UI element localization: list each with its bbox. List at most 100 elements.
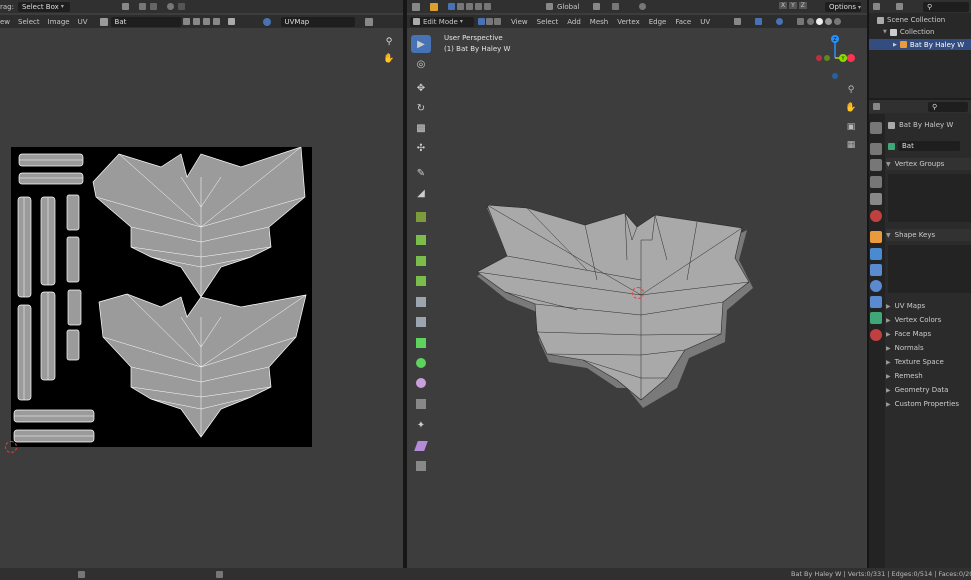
material-tab-icon[interactable]: [870, 329, 882, 341]
mesh-name-field[interactable]: Bat: [898, 141, 960, 151]
mirror-y[interactable]: Y: [789, 2, 797, 9]
orientation-label[interactable]: Global: [557, 3, 579, 11]
inset-tool[interactable]: [411, 252, 431, 270]
bat-mesh[interactable]: [477, 200, 757, 425]
pan-view-icon[interactable]: ✋: [844, 101, 858, 115]
uv-layout-canvas[interactable]: [11, 146, 312, 447]
panel-shape-keys[interactable]: ▼ Shape Keys: [886, 229, 971, 241]
transform-tool[interactable]: ✣: [411, 139, 431, 157]
physics-tab-icon[interactable]: [870, 280, 882, 292]
pivot-point-icon[interactable]: [593, 3, 601, 10]
smooth-tool[interactable]: [411, 374, 431, 392]
new-image-icon[interactable]: [192, 18, 200, 25]
menu-add[interactable]: Add: [567, 18, 581, 26]
select-intersect-icon[interactable]: [484, 3, 491, 10]
menu-uv[interactable]: UV: [700, 18, 710, 26]
bevel-tool[interactable]: [411, 272, 431, 290]
select-invert-icon[interactable]: [475, 3, 482, 10]
mirror-x[interactable]: X: [779, 2, 788, 9]
constraints-tab-icon[interactable]: [870, 296, 882, 308]
uv-menu-uv[interactable]: UV: [78, 18, 88, 26]
view-layer-tab-icon[interactable]: [870, 176, 882, 188]
image-name-field[interactable]: Bat: [110, 16, 181, 27]
output-tab-icon[interactable]: [870, 159, 882, 171]
select-subtract-icon[interactable]: [466, 3, 473, 10]
fake-user-icon[interactable]: [182, 18, 190, 25]
select-mode-dropdown[interactable]: Select Box: [17, 1, 70, 12]
unlink-icon[interactable]: [212, 18, 220, 25]
world-tab-icon[interactable]: [870, 210, 882, 222]
data-tab-icon[interactable]: [870, 312, 882, 324]
vertex-groups-list[interactable]: [888, 174, 971, 222]
visibility-icon[interactable]: [734, 18, 742, 25]
modifier-tab-icon[interactable]: [870, 248, 882, 260]
scene-tab-icon[interactable]: [870, 193, 882, 205]
mode-dropdown[interactable]: Edit Mode: [410, 16, 474, 27]
zoom-view-icon[interactable]: ⚲: [844, 83, 858, 97]
menu-face[interactable]: Face: [675, 18, 691, 26]
vertex-select-icon[interactable]: [478, 18, 485, 25]
falloff-icon[interactable]: [177, 3, 185, 10]
properties-search[interactable]: ⚲: [928, 101, 968, 112]
outliner-row-collection[interactable]: ▼ Collection: [883, 28, 934, 36]
annotate-tool[interactable]: ✎: [411, 164, 431, 182]
viewport-3d[interactable]: Global Edit Mode View Select Add Mesh Ve…: [407, 0, 867, 568]
proportional-icon[interactable]: [166, 3, 174, 10]
pin-icon[interactable]: [227, 18, 235, 25]
perspective-toggle-icon[interactable]: ▦: [844, 138, 858, 152]
edge-select-icon[interactable]: [486, 18, 493, 25]
pivot-icon[interactable]: [121, 3, 129, 10]
menu-vertex[interactable]: Vertex: [617, 18, 640, 26]
select-extend-icon[interactable]: [457, 3, 464, 10]
tool-tab-icon[interactable]: [870, 122, 882, 134]
object-tab-icon[interactable]: [870, 231, 882, 243]
select-new-icon[interactable]: [448, 3, 455, 10]
edge-slide-tool[interactable]: [411, 395, 431, 413]
move-tool[interactable]: ✥: [411, 79, 431, 97]
shrink-fatten-tool[interactable]: ✦: [411, 416, 431, 434]
pan-hand-icon[interactable]: ✋: [382, 52, 396, 66]
uv-sync-icon[interactable]: [262, 17, 271, 26]
snap-target-icon[interactable]: [149, 3, 157, 10]
panel-custom-properties[interactable]: ▶ Custom Properties: [886, 398, 959, 410]
face-select-icon[interactable]: [494, 18, 501, 25]
navigation-gizmo[interactable]: Z Y: [807, 28, 867, 83]
shading-wireframe-icon[interactable]: [807, 18, 815, 25]
image-browse-icon[interactable]: [99, 17, 108, 26]
options-dropdown[interactable]: Options: [825, 2, 861, 12]
editor-type-icon[interactable]: [412, 2, 420, 11]
open-image-icon[interactable]: [202, 18, 210, 25]
shading-solid-icon[interactable]: [816, 18, 824, 25]
extrude-tool[interactable]: [411, 231, 431, 249]
uv-menu-view[interactable]: ew: [0, 18, 10, 26]
display-channels-icon[interactable]: [364, 17, 373, 26]
gizmo-neg-y[interactable]: [824, 55, 830, 61]
outliner-filter-icon[interactable]: [896, 3, 903, 10]
outliner-row-bat[interactable]: ▶ Bat By Haley W: [869, 39, 971, 50]
uv-menu-image[interactable]: Image: [48, 18, 70, 26]
outliner-editor-icon[interactable]: [873, 3, 880, 10]
uv-map-field[interactable]: UVMap: [280, 16, 355, 27]
snap-icon[interactable]: [138, 3, 146, 10]
properties-editor-icon[interactable]: [873, 103, 880, 110]
uv-menu-select[interactable]: Select: [18, 18, 40, 26]
gizmo-neg-x[interactable]: [816, 55, 822, 61]
shading-material-icon[interactable]: [825, 18, 833, 25]
knife-tool[interactable]: [411, 313, 431, 331]
menu-view[interactable]: View: [511, 18, 528, 26]
panel-remesh[interactable]: ▶ Remesh: [886, 370, 923, 382]
render-tab-icon[interactable]: [870, 143, 882, 155]
shape-keys-list[interactable]: [888, 245, 971, 293]
select-tool-icon[interactable]: [430, 2, 438, 11]
rotate-tool[interactable]: ↻: [411, 99, 431, 117]
panel-face-maps[interactable]: ▶ Face Maps: [886, 328, 931, 340]
panel-vertex-groups[interactable]: ▼ Vertex Groups: [886, 158, 971, 170]
shading-rendered-icon[interactable]: [834, 18, 842, 25]
gizmo-x-axis[interactable]: [847, 54, 855, 62]
spin-tool[interactable]: [411, 354, 431, 372]
rip-region-tool[interactable]: [411, 457, 431, 475]
proportional-edit-icon[interactable]: [639, 3, 647, 10]
camera-view-icon[interactable]: ▣: [844, 120, 858, 134]
measure-tool[interactable]: ◢: [411, 184, 431, 202]
panel-uv-maps[interactable]: ▶ UV Maps: [886, 300, 925, 312]
